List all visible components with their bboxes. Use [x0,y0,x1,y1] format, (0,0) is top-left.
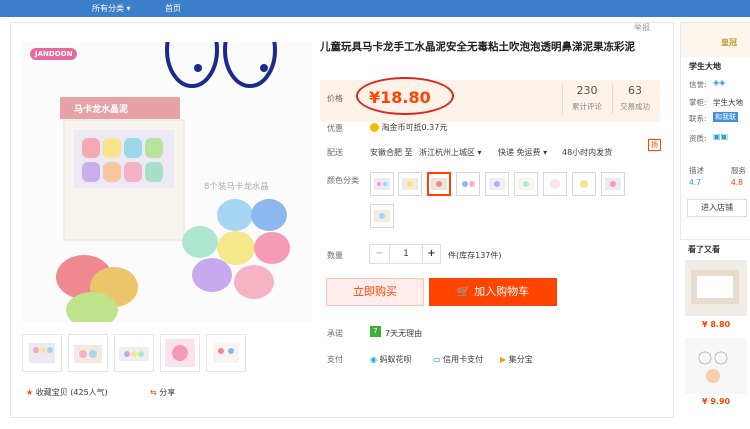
recommend-item-image[interactable] [685,260,747,316]
qualification-label: 资质: [689,134,707,143]
qualification-icon: ▣▣ [713,132,729,141]
report-tab[interactable]: 扬 [648,139,661,151]
service-label: 服务 [731,166,746,175]
color-option[interactable] [485,172,509,196]
contact-button[interactable]: 和我联 [713,112,738,122]
color-option[interactable] [370,204,394,228]
promise-label: 承诺 [327,329,343,338]
promo-label: 优惠 [327,124,343,133]
recommend-item-price: ¥ 8.80 [702,320,731,329]
color-option[interactable] [514,172,538,196]
home-link[interactable]: 首页 [165,3,181,14]
coin-icon [370,123,379,132]
buy-now-button[interactable]: 立即购买 [326,278,424,306]
main-product-image[interactable]: JANDOON 马卡龙水晶泥 8个装马卡龙水晶 [22,42,312,322]
star-icon: ★ [26,388,34,397]
contact-label: 联系: [689,114,707,123]
sales-count: 63 [628,84,642,97]
description-score: 4.7 [689,178,701,187]
report-link[interactable]: 举报 [634,22,650,33]
sales-label: 交易成功 [620,102,650,111]
price-highlight-ring [356,77,454,115]
service-score: 4.8 [731,178,743,187]
destination-select[interactable]: 浙江杭州上城区 ▾ [419,147,482,158]
payment-huabei[interactable]: ◉ 蚂蚁花呗 [370,354,412,365]
color-option[interactable] [543,172,567,196]
price-label: 价格 [327,94,343,103]
decrease-button[interactable]: − [370,245,390,263]
ship-time: 48小时内发货 [562,148,613,157]
thumbnail[interactable] [22,334,62,372]
stock-info: 件(库存137件) [448,251,502,260]
brand-logo: JANDOON [30,48,78,60]
box-caption: 8个装马卡龙水晶 [204,182,269,192]
jifenbao-icon: ▶ [500,355,507,364]
favorite-action[interactable]: ★ 收藏宝贝 (425人气) [26,387,108,398]
shop-banner [681,23,750,57]
shipping-origin: 安徽合肥 至 [370,148,413,157]
reputation-badge: ◈◈ [713,78,726,87]
top-nav: 所有分类 ▾ 首页 [0,0,750,17]
recommend-title: 看了又看 [688,245,720,254]
share-label: 分享 [159,388,176,397]
seller-label: 掌柜: [689,98,707,107]
payment-method: 蚂蚁花呗 [379,355,412,364]
review-count[interactable]: 230 [565,84,609,97]
thumbnail[interactable] [68,334,108,372]
promise-text: 7天无理由 [385,329,423,338]
payment-label: 支付 [327,355,343,364]
shipping-method[interactable]: 快递 免运费 ▾ [498,147,547,158]
add-to-cart-button[interactable]: 🛒 加入购物车 [429,278,557,306]
share-icon: ⇆ [150,388,157,397]
color-label: 颜色分类 [327,176,359,185]
description-label: 描述 [689,166,704,175]
promo-text: 淘金币可抵0.37元 [381,123,448,132]
reputation-label: 信誉: [689,80,707,89]
thumbnail[interactable] [114,334,154,372]
quantity-label: 数量 [327,251,343,260]
color-option[interactable] [370,172,394,196]
enter-shop-button[interactable]: 进入店铺 [687,199,747,217]
share-action[interactable]: ⇆ 分享 [150,387,175,398]
color-option[interactable] [572,172,596,196]
recommend-item-price: ¥ 9.90 [702,397,731,406]
favorite-label: 收藏宝贝 [35,388,68,397]
all-categories-link[interactable]: 所有分类 ▾ [92,3,131,14]
popularity-count: (425人气) [70,388,108,397]
payment-method: 信用卡支付 [443,355,484,364]
thumbnail[interactable] [160,334,200,372]
seller-name[interactable]: 学生大地 [713,97,743,108]
color-option[interactable] [456,172,480,196]
add-to-cart-label: 加入购物车 [474,285,530,298]
thumbnail[interactable] [206,334,246,372]
shop-name[interactable]: 学生大地 [689,61,721,72]
product-title: 儿童玩具马卡龙手工水晶泥安全无毒粘土吹泡泡透明鼻涕泥果冻彩泥 [320,41,635,53]
color-option-selected[interactable] [427,172,451,196]
recommend-panel: 看了又看 ¥ 8.80 ¥ 9.90 [680,240,750,420]
credit-card-icon: ▭ [433,355,441,364]
recommend-item-image[interactable] [685,338,747,394]
quantity-stepper: − 1 + [369,244,441,264]
shop-sidebar: 皇冠 学生大地 信誉: ◈◈ 掌柜: 学生大地 联系: 和我联 资质: ▣▣ 描… [680,22,750,240]
color-option[interactable] [398,172,422,196]
banner-caption: 马卡龙水晶泥 [74,105,129,115]
payment-credit-card[interactable]: ▭ 信用卡支付 [433,354,483,365]
payment-method: 集分宝 [508,355,533,364]
increase-button[interactable]: + [422,245,440,263]
review-label: 累计评论 [572,102,602,111]
shop-banner-text: 皇冠 [721,38,737,47]
huabei-icon: ◉ [370,355,377,364]
color-option[interactable] [601,172,625,196]
cart-icon: 🛒 [456,285,471,298]
seven-day-icon: 7 [370,326,381,337]
quantity-input[interactable]: 1 [390,245,422,263]
shipping-label: 配送 [327,148,343,157]
payment-jifenbao[interactable]: ▶ 集分宝 [500,354,533,365]
stat-divider [562,84,563,114]
promo-info: 淘金币可抵0.37元 [370,122,447,133]
